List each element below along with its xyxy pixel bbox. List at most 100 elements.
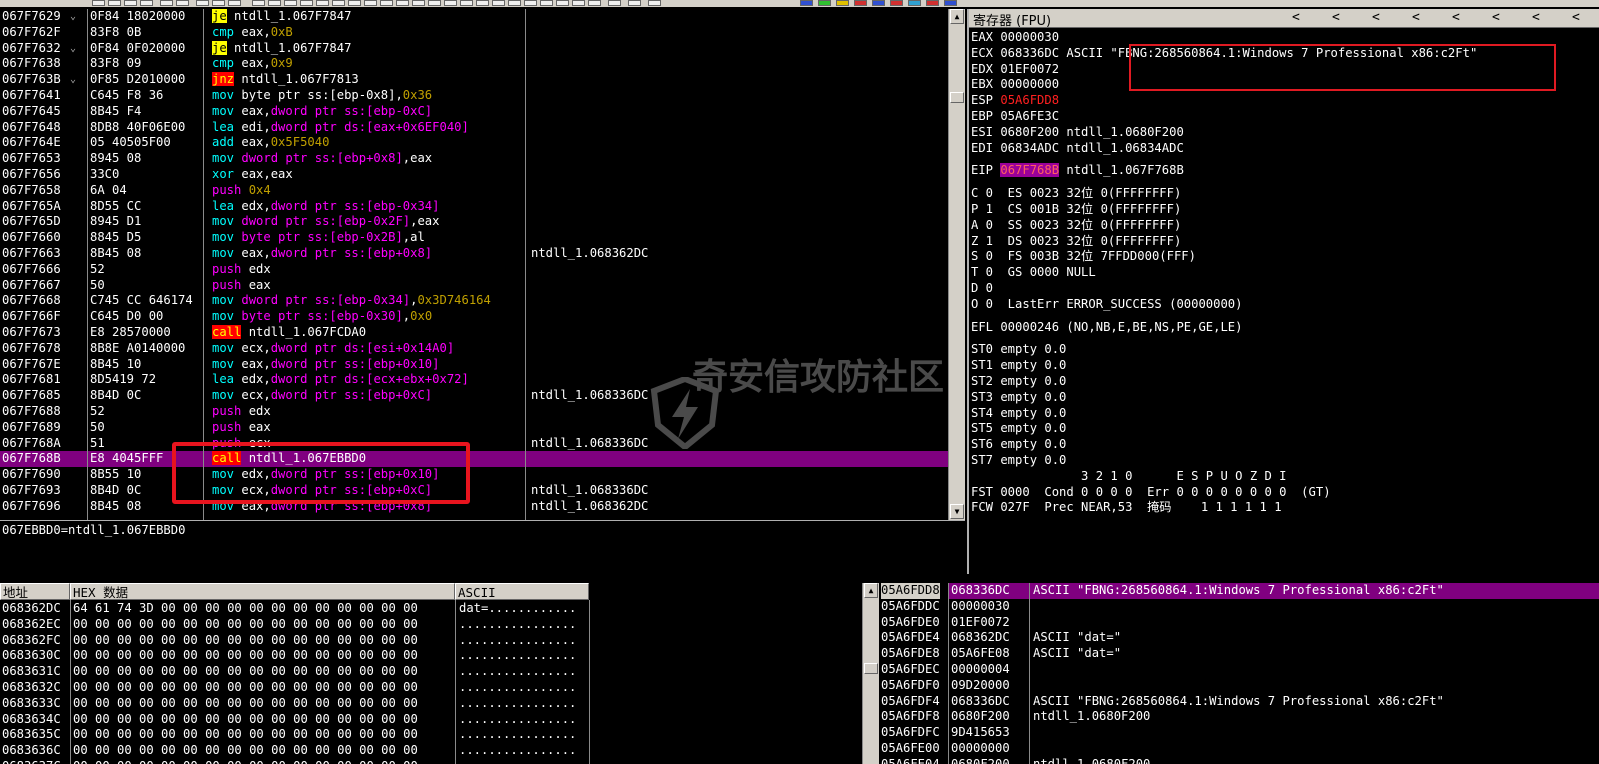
stack-row[interactable]: 05A6FE00 00000000 [879,741,1599,757]
disasm-row[interactable]: 067F7656 33C0 xor eax,eax [0,167,948,183]
disasm-row[interactable]: 067F7673 E8 28570000 call ntdll_1.067FCDA0 [0,325,948,341]
toolbar-button[interactable] [608,0,621,6]
disasm-row[interactable]: 067F7668 C745 CC 646174 mov dword ptr ss:[… [0,293,948,309]
toolbar-button[interactable] [316,0,329,6]
disasm-row[interactable]: 067F7663 8B45 08 mov eax,dword ptr ss:[ebp… [0,246,948,262]
dump-header-address[interactable]: 地址 [0,583,70,600]
register-line[interactable]: Z 1 DS 0023 32位 0(FFFFFFFF) [971,234,1181,250]
toolbar-button[interactable] [628,0,641,6]
toolbar-button[interactable] [556,0,569,6]
register-line[interactable]: ST1 empty 0.0 [971,358,1066,374]
disasm-row[interactable]: 067F763B ⌄ 0F85 D2010000 jnz ntdll_1.067F78… [0,72,948,88]
collapse-arrow-icon[interactable]: < [1292,10,1300,25]
toolbar-button[interactable] [228,0,241,6]
toolbar-button[interactable] [124,0,137,6]
dump-row[interactable]: 0683637C 00 00 00 00 00 00 00 00 00 00 00… [0,759,862,764]
dump-row[interactable]: 0683633C 00 00 00 00 00 00 00 00 00 00 00… [0,696,862,712]
stack-row[interactable]: 05A6FDF8 0680F200 ntdll_1.0680F200 [879,709,1599,725]
disasm-row[interactable]: 067F7696 8B45 08 mov eax,dword ptr ss:[ebp… [0,499,948,515]
register-line[interactable]: FCW 027F Prec NEAR,53 掩码 1 1 1 1 1 1 [971,500,1282,516]
toolbar-button[interactable] [428,0,441,6]
disasm-row[interactable]: 067F766F C645 D0 00 mov byte ptr ss:[ebp-0… [0,309,948,325]
dump-pane[interactable]: 地址 HEX 数据 ASCII 068362DC 64 61 74 3D 00 0… [0,583,862,764]
dump-row[interactable]: 0683632C 00 00 00 00 00 00 00 00 00 00 00… [0,680,862,696]
register-value[interactable]: 067F768B [1000,163,1060,178]
toolbar-button[interactable] [524,0,537,6]
scroll-thumb[interactable] [950,92,964,103]
toolbar-button[interactable] [872,0,885,6]
register-line[interactable]: 3 2 1 0 E S P U O Z D I [971,469,1286,485]
disasm-row[interactable]: 067F7693 8B4D 0C mov ecx,dword ptr ss:[ebp… [0,483,948,499]
disasm-row[interactable]: 067F7658 6A 04 push 0x4 [0,183,948,199]
register-line[interactable]: ESI 0680F200 ntdll_1.0680F200 [971,125,1184,141]
register-line[interactable]: ESP 05A6FDD8 [971,93,1059,109]
stack-row[interactable]: 05A6FDF4 068336DC ASCII "FBNG:268560864.1:… [879,694,1599,710]
register-line[interactable]: ST2 empty 0.0 [971,374,1066,390]
toolbar-button[interactable] [908,0,921,6]
collapse-arrow-icon[interactable]: < [1332,10,1340,25]
disasm-row[interactable]: 067F7629 ⌄ 0F84 18020000 je ntdll_1.067F784… [0,9,948,25]
toolbar-button[interactable] [412,0,425,6]
toolbar-button[interactable] [818,0,831,6]
toolbar-button[interactable] [926,0,939,6]
register-line[interactable]: S 0 FS 003B 32位 7FFDD000(FFF) [971,249,1196,265]
toolbar-button[interactable] [332,0,345,6]
toolbar-button[interactable] [944,0,957,6]
stack-row[interactable]: 05A6FDDC 00000030 [879,599,1599,615]
toolbar-button[interactable] [890,0,903,6]
register-line[interactable]: EIP 067F768B ntdll_1.067F768B [971,163,1184,179]
disassembly-pane[interactable]: 067F7629 ⌄ 0F84 18020000 je ntdll_1.067F784… [0,9,948,520]
disasm-row[interactable]: 067F7660 8845 D5 mov byte ptr ss:[ebp-0x2B… [0,230,948,246]
register-line[interactable]: ST6 empty 0.0 [971,437,1066,453]
stack-pane[interactable]: 05A6FDD8 068336DC ASCII "FBNG:268560864.1:… [879,583,1599,764]
toolbar-button[interactable] [588,0,601,6]
toolbar-button[interactable] [800,0,813,6]
toolbar-button[interactable] [196,0,209,6]
register-line[interactable]: EBP 05A6FE3C [971,109,1059,125]
register-line[interactable]: P 1 CS 001B 32位 0(FFFFFFFF) [971,202,1181,218]
dump-row[interactable]: 068362EC 00 00 00 00 00 00 00 00 00 00 00… [0,617,862,633]
toolbar-button[interactable] [396,0,409,6]
toolbar-button[interactable] [540,0,553,6]
dump-header-hex[interactable]: HEX 数据 [70,583,455,600]
register-value[interactable]: 05A6FDD8 [1000,93,1059,107]
disasm-row[interactable]: 067F768B E8 4045FFF call ntdll_1.067EBBD0 [0,451,948,468]
toolbar-button[interactable] [252,0,265,6]
toolbar-button[interactable] [444,0,457,6]
register-line[interactable]: T 0 GS 0000 NULL [971,265,1096,281]
register-line[interactable]: EAX 00000030 [971,30,1059,46]
toolbar-button[interactable] [572,0,585,6]
disasm-row[interactable]: 067F7641 C645 F8 36 mov byte ptr ss:[ebp-0… [0,88,948,104]
dump-row[interactable]: 068362DC 64 61 74 3D 00 00 00 00 00 00 00… [0,601,862,617]
dump-row[interactable]: 0683636C 00 00 00 00 00 00 00 00 00 00 00… [0,743,862,759]
stack-row[interactable]: 05A6FDE8 05A6FE08 ASCII "dat=" [879,646,1599,662]
dump-row[interactable]: 0683630C 00 00 00 00 00 00 00 00 00 00 00… [0,648,862,664]
collapse-arrow-icon[interactable]: < [1372,10,1380,25]
disasm-row[interactable]: 067F7648 8DB8 40F06E00 lea edi,dword ptr d… [0,120,948,136]
toolbar-button[interactable] [492,0,505,6]
register-line[interactable]: ST7 empty 0.0 [971,453,1066,469]
toolbar-button[interactable] [176,0,189,6]
toolbar-button[interactable] [476,0,489,6]
toolbar-button[interactable] [140,0,153,6]
register-line[interactable]: O 0 LastErr ERROR_SUCCESS (00000000) [971,297,1243,313]
disassembly-scrollbar[interactable]: ▲ ▼ [948,9,965,520]
stack-row[interactable]: 05A6FDF0 09D20000 [879,678,1599,694]
disasm-row[interactable]: 067F7667 50 push eax [0,278,948,294]
disasm-row[interactable]: 067F762F 83F8 0B cmp eax,0xB [0,25,948,41]
toolbar-button[interactable] [348,0,361,6]
collapse-arrow-icon[interactable]: < [1492,10,1500,25]
scroll-up-icon[interactable]: ▲ [950,9,964,24]
scroll-down-icon[interactable]: ▼ [950,504,964,519]
disasm-row[interactable]: 067F7666 52 push edx [0,262,948,278]
stack-row[interactable]: 05A6FDFC 9D415653 [879,725,1599,741]
disasm-row[interactable]: 067F7690 8B55 10 mov edx,dword ptr ss:[ebp… [0,467,948,483]
stack-row[interactable]: 05A6FDE0 01EF0072 [879,615,1599,631]
stack-row[interactable]: 05A6FDD8 068336DC ASCII "FBNG:268560864.1:… [879,583,1599,599]
toolbar-button[interactable] [508,0,521,6]
toolbar-button[interactable] [160,0,173,6]
dump-row[interactable]: 068362FC 00 00 00 00 00 00 00 00 00 00 00… [0,633,862,649]
register-line[interactable]: D 0 [971,281,993,297]
dump-row[interactable]: 0683634C 00 00 00 00 00 00 00 00 00 00 00… [0,712,862,728]
stack-row[interactable]: 05A6FDEC 00000004 [879,662,1599,678]
